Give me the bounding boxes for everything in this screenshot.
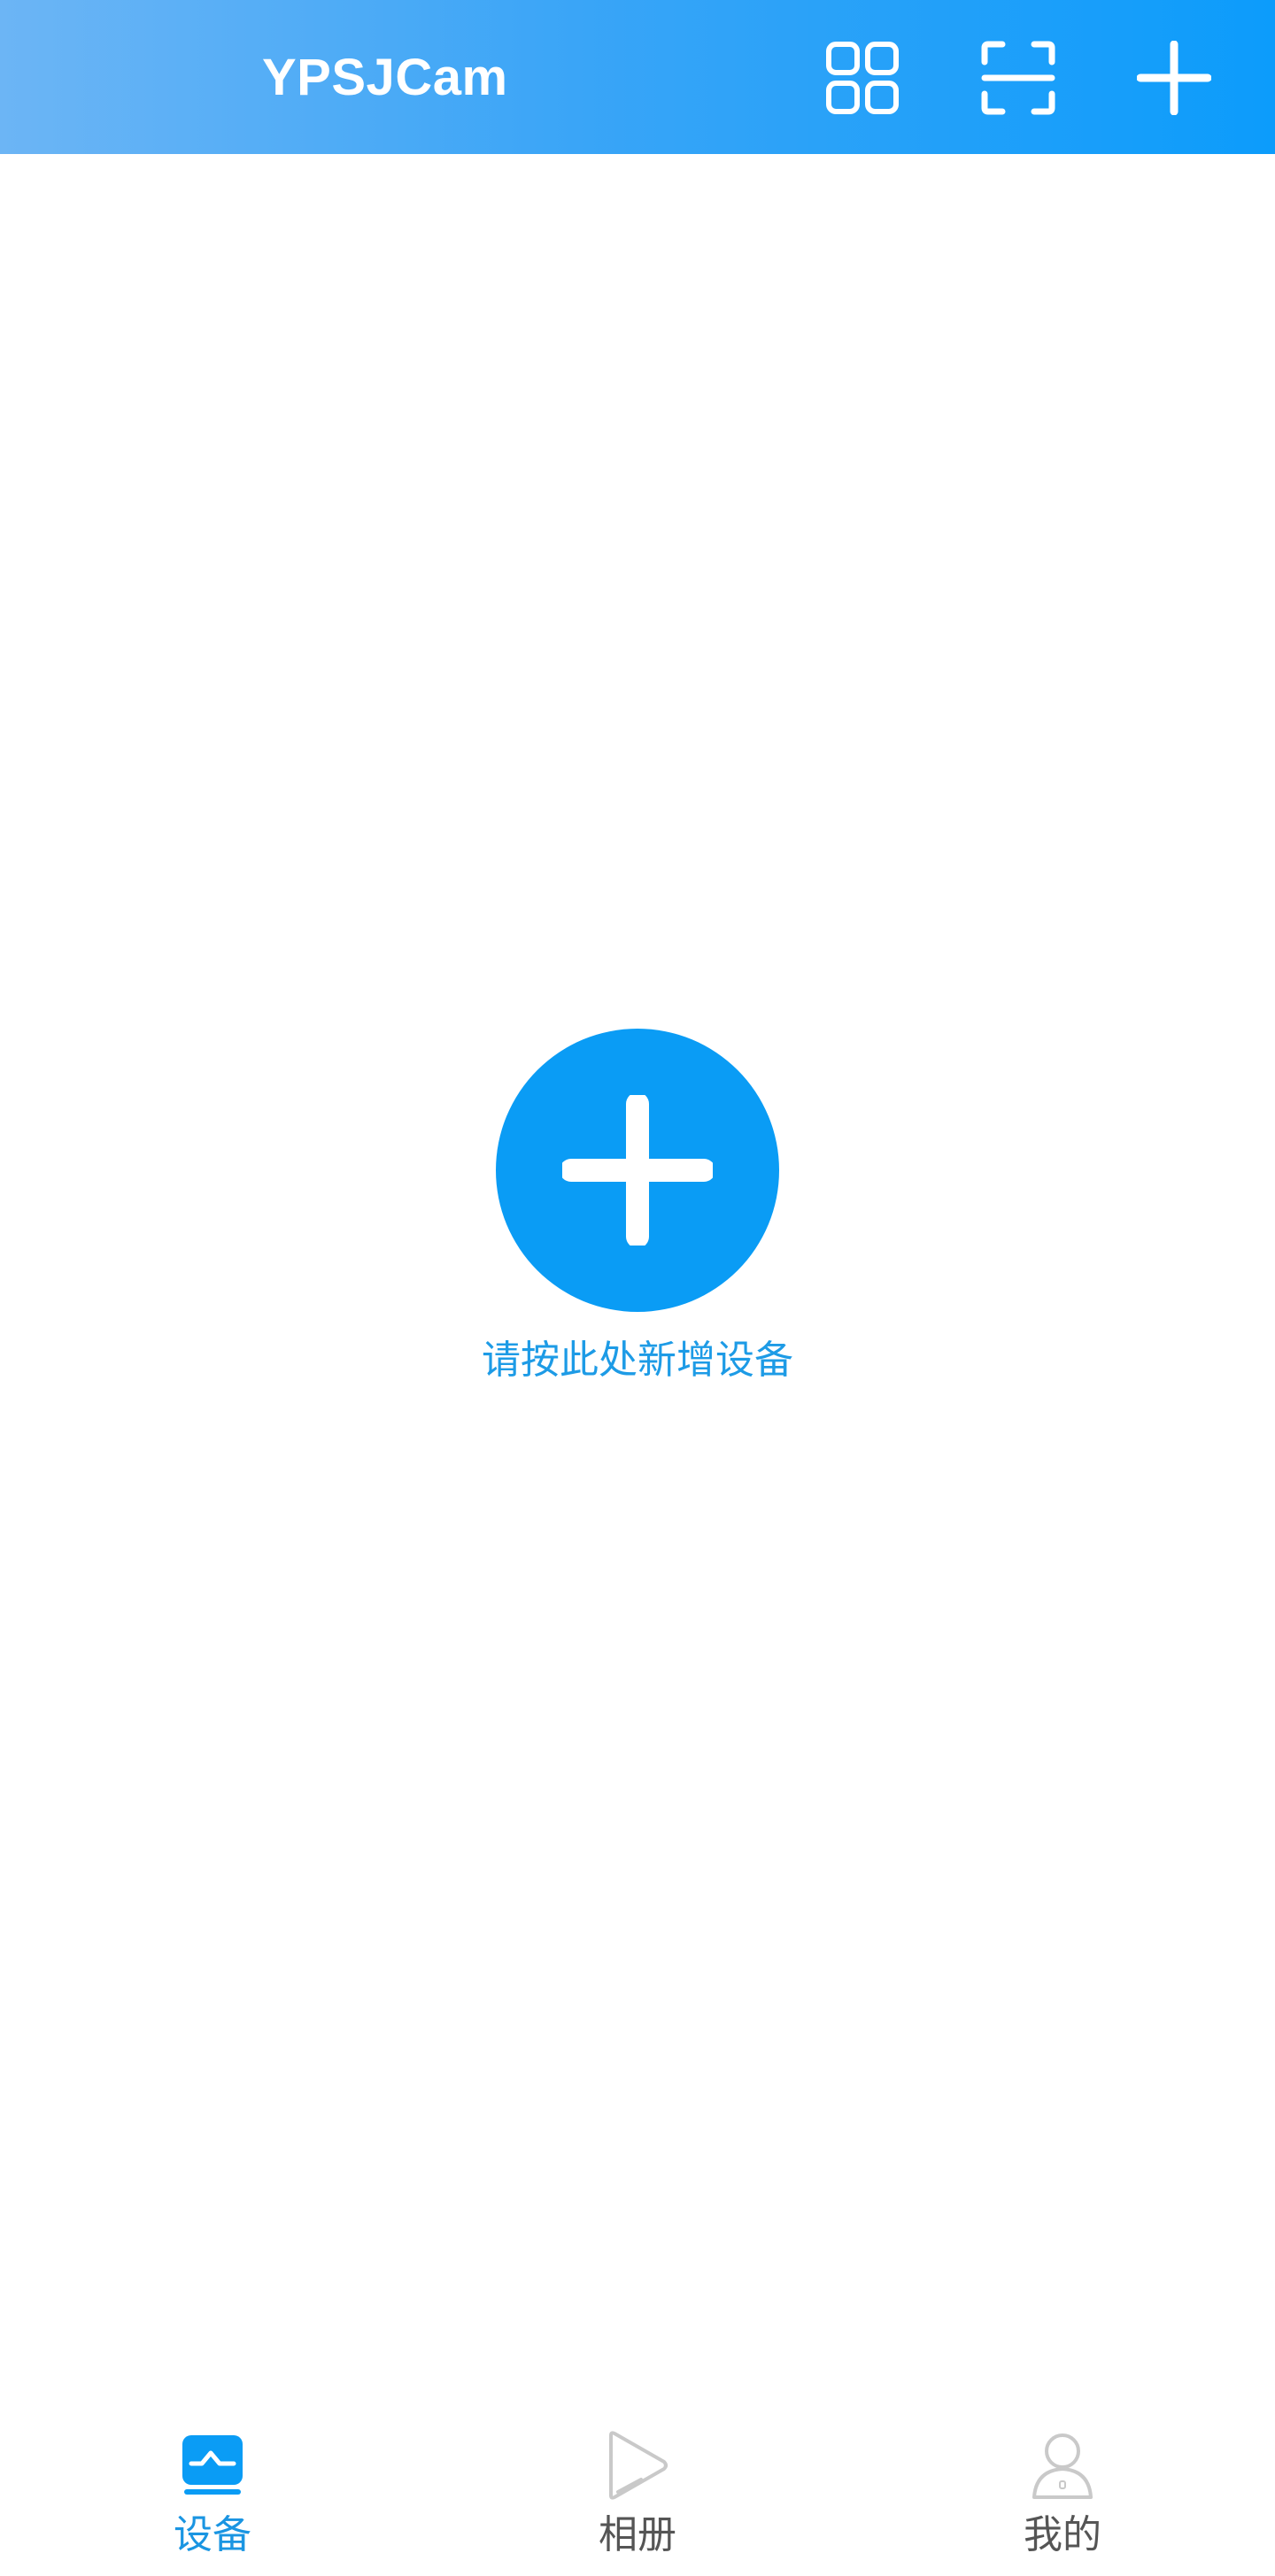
grid-view-icon — [826, 42, 899, 114]
nav-item-album[interactable]: 相册 — [505, 2399, 770, 2576]
person-icon — [1023, 2426, 1102, 2505]
add-device-hint[interactable]: 请按此处新增设备 — [0, 1330, 1275, 1392]
nav-item-mine[interactable]: 我的 — [930, 2399, 1195, 2576]
add-device-header-button[interactable] — [1132, 35, 1217, 120]
app-title: YPSJCam — [262, 49, 508, 106]
nav-label-devices: 设备 — [174, 2512, 251, 2557]
nav-label-mine: 我的 — [1024, 2512, 1101, 2557]
bottom-navigation: 设备 相册 我的 — [0, 2399, 1275, 2576]
scan-icon — [981, 41, 1055, 115]
plus-icon — [1137, 41, 1211, 115]
scan-button[interactable] — [976, 35, 1061, 120]
plus-circle-icon — [562, 1095, 713, 1246]
nav-label-album: 相册 — [599, 2512, 676, 2557]
play-album-icon — [598, 2426, 677, 2505]
top-app-bar: YPSJCam — [0, 0, 1275, 154]
device-monitor-icon — [173, 2426, 252, 2505]
grid-view-button[interactable] — [820, 35, 905, 120]
app-screen: YPSJCam 请按此处新增设备 设备 相册 我的 — [0, 0, 1275, 2576]
nav-item-devices[interactable]: 设备 — [80, 2399, 345, 2576]
add-device-button[interactable] — [496, 1029, 779, 1312]
